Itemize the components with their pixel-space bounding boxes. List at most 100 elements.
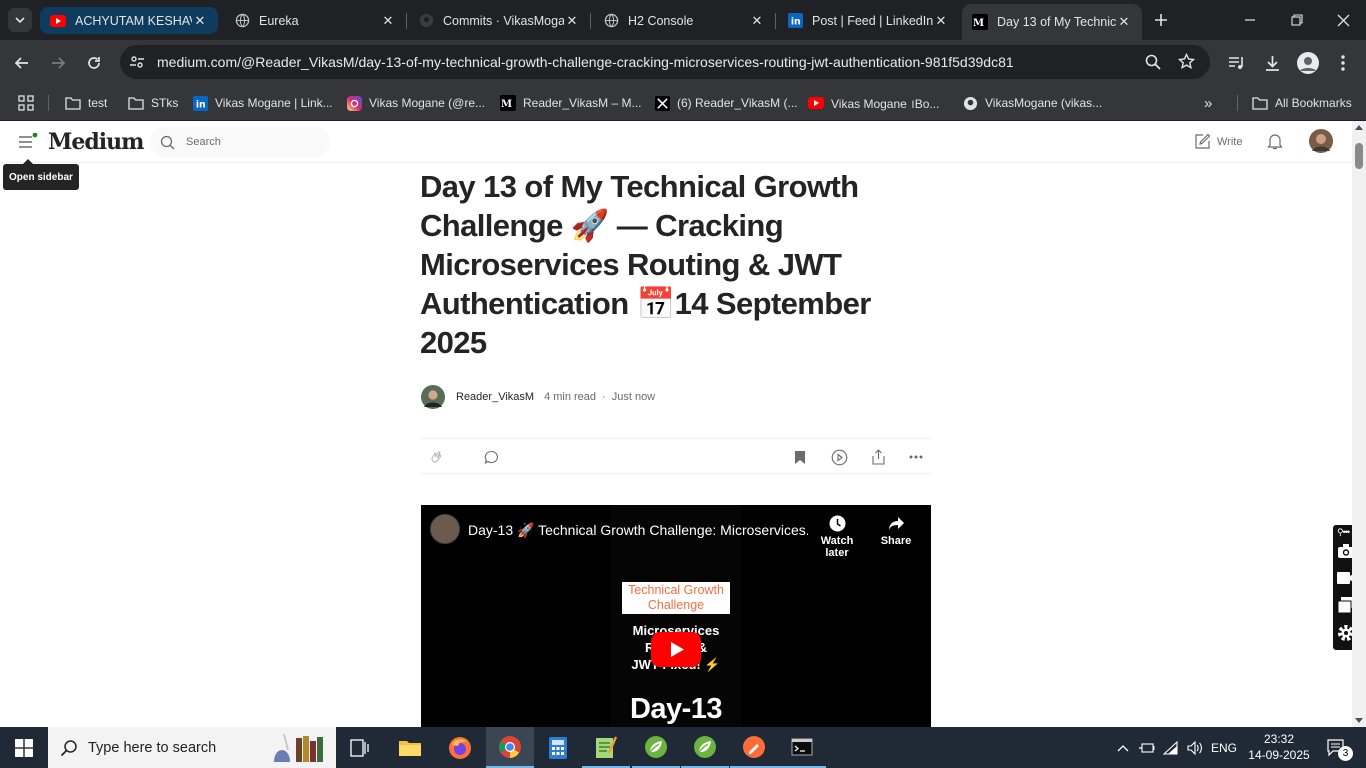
medium-user-avatar[interactable] (1309, 129, 1333, 153)
windows-logo-icon (15, 738, 33, 757)
tab-title: Eureka (259, 13, 299, 28)
clap-button[interactable] (427, 448, 445, 466)
spring-tool-suite-app[interactable] (632, 727, 680, 768)
folder-icon (399, 740, 421, 756)
windows-stack-icon[interactable] (1337, 596, 1352, 614)
reload-button[interactable] (82, 51, 106, 75)
close-window-button[interactable] (1331, 8, 1355, 32)
youtube-play-button[interactable] (651, 632, 701, 667)
apps-button[interactable] (18, 92, 34, 114)
scrollbar-thumb[interactable] (1355, 143, 1363, 169)
battery-status[interactable] (1136, 727, 1158, 768)
channel-avatar[interactable] (430, 514, 460, 544)
volume-control[interactable] (1184, 727, 1206, 768)
postman-app[interactable] (730, 727, 778, 768)
tab-h2-console[interactable]: H2 Console ✕ (593, 7, 776, 34)
restore-button[interactable] (1285, 8, 1309, 32)
scroll-down-arrow[interactable] (1355, 718, 1363, 723)
page-scrollbar[interactable] (1352, 121, 1366, 727)
tab-eureka[interactable]: Eureka ✕ (224, 7, 407, 34)
chrome-menu-button[interactable] (1331, 51, 1355, 75)
video-camera-icon[interactable] (1336, 571, 1352, 585)
comment-button[interactable] (482, 448, 500, 466)
action-center-button[interactable]: 3 (1318, 727, 1358, 768)
spring-leaf-icon (694, 735, 716, 758)
more-options-button[interactable] (907, 448, 925, 466)
close-tab-icon[interactable]: ✕ (564, 13, 580, 29)
medium-logo[interactable]: Medium (48, 129, 144, 155)
github-icon (418, 13, 434, 29)
tab-linkedin[interactable]: in Post | Feed | LinkedIn ✕ (777, 7, 959, 34)
share-button[interactable] (869, 448, 887, 466)
bookmark-label: Vikas Mogane (@re... (369, 96, 486, 110)
bookmark-youtube[interactable]: Vikas Mogane ।Bo... (808, 92, 939, 114)
settings-gear-icon[interactable] (1336, 623, 1352, 643)
tab-medium-article[interactable]: M Day 13 of My Technic ✕ (962, 4, 1142, 40)
firefox-app[interactable] (436, 727, 484, 768)
postman-icon (743, 735, 765, 758)
address-bar[interactable]: medium.com/@Reader_VikasM/day-13-of-my-t… (120, 45, 1210, 79)
close-tab-icon[interactable]: ✕ (192, 13, 208, 29)
notifications-button[interactable] (1267, 133, 1283, 150)
bookmarks-overflow-button[interactable]: » (1204, 92, 1212, 114)
bookmark-github[interactable]: VikasMogane (vikas... (962, 92, 1102, 114)
medium-search-input[interactable]: Search (150, 127, 330, 157)
chevron-down-icon (15, 17, 25, 24)
author-name[interactable]: Reader_VikasM (456, 391, 534, 403)
video-title[interactable]: Day-13 🚀 Technical Growth Challenge: Mic… (468, 522, 808, 539)
publish-time: Just now (611, 391, 656, 403)
close-tab-icon[interactable]: ✕ (749, 13, 765, 29)
watch-later-button[interactable]: Watch later (809, 515, 865, 559)
task-view-button[interactable] (336, 727, 384, 768)
close-tab-icon[interactable]: ✕ (380, 13, 396, 29)
spring-tool-suite-app-2[interactable] (681, 727, 729, 768)
network-status[interactable] (1160, 727, 1182, 768)
bookmark-icon (795, 450, 805, 464)
calculator-app[interactable] (534, 727, 582, 768)
author-avatar[interactable] (421, 385, 445, 409)
embedded-youtube-video[interactable]: Day-13 🚀 Technical Growth Challenge: Mic… (421, 505, 931, 727)
youtube-share-button[interactable]: Share (876, 515, 916, 547)
tab-commits[interactable]: Commits · VikasMoga ✕ (408, 7, 591, 34)
restore-icon (1291, 14, 1303, 26)
back-button[interactable] (10, 51, 34, 75)
input-language[interactable]: ENG (1208, 727, 1240, 768)
terminal-app[interactable] (778, 727, 826, 768)
chrome-app-active[interactable] (486, 727, 534, 768)
minimize-button[interactable] (1238, 8, 1262, 32)
media-controls-button[interactable] (1224, 51, 1248, 75)
site-info-icon[interactable] (128, 53, 146, 71)
bookmark-folder-test[interactable]: test (65, 92, 107, 114)
bookmark-folder-stks[interactable]: STks (128, 92, 178, 114)
bookmark-instagram[interactable]: Vikas Mogane (@re... (346, 92, 485, 114)
bookmark-label: Vikas Mogane | Link... (215, 96, 333, 110)
bookmark-medium[interactable]: M Reader_VikasM – M... (500, 92, 642, 114)
open-sidebar-button[interactable] (18, 133, 38, 151)
scroll-up-arrow[interactable] (1355, 125, 1363, 130)
notepad-plus-app[interactable] (582, 727, 630, 768)
write-button[interactable]: Write (1194, 133, 1242, 150)
profile-avatar[interactable] (1296, 51, 1320, 75)
tab-achyutam-keshava[interactable]: ACHYUTAM KESHAVA ✕ (40, 7, 218, 34)
zoom-icon[interactable] (1145, 54, 1161, 70)
forward-button[interactable] (46, 51, 70, 75)
show-hidden-icons-button[interactable] (1112, 727, 1134, 768)
file-explorer-app[interactable] (386, 727, 434, 768)
close-tab-icon[interactable]: ✕ (933, 13, 949, 29)
close-tab-icon[interactable]: ✕ (1116, 14, 1132, 30)
star-bookmark-icon[interactable] (1178, 53, 1195, 70)
bookmark-linkedin[interactable]: in Vikas Mogane | Link... (192, 92, 333, 114)
new-tab-button[interactable] (1149, 8, 1173, 32)
taskbar-search-box[interactable]: Type here to search (48, 727, 336, 768)
camera-icon[interactable] (1337, 543, 1352, 559)
tab-search-button[interactable] (8, 8, 32, 32)
listen-button[interactable] (830, 448, 848, 466)
start-button[interactable] (0, 727, 48, 768)
bookmark-x[interactable]: (6) Reader_VikasM (... (654, 92, 798, 114)
save-bookmark-button[interactable] (791, 448, 809, 466)
read-time: 4 min read (544, 391, 597, 403)
link-more-icon[interactable]: ⚲••• (1337, 527, 1350, 538)
downloads-button[interactable] (1260, 51, 1284, 75)
system-clock[interactable]: 23:32 14-09-2025 (1246, 731, 1312, 763)
all-bookmarks-button[interactable]: All Bookmarks (1252, 92, 1352, 114)
